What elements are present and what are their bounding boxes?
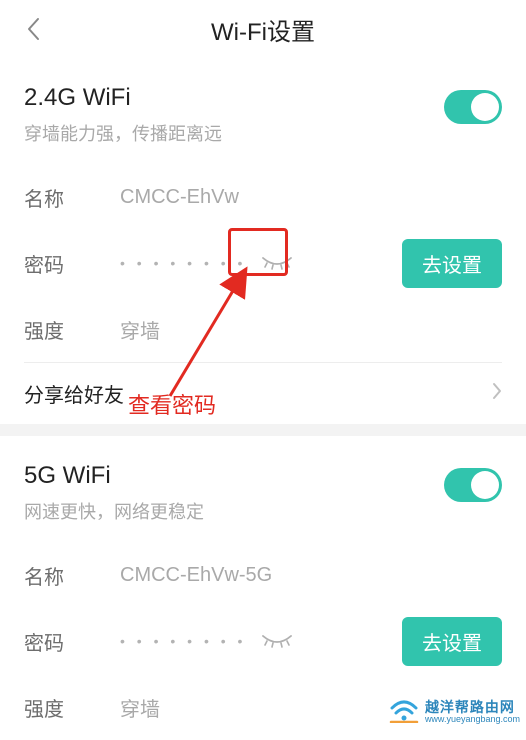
wifi-5g-name-value: CMCC-EhVw-5G [120, 564, 502, 587]
wifi-5g-strength-row: 强度 穿墙 [24, 674, 502, 740]
wifi-5g-section: 5G WiFi 网速更快，网络更稳定 名称 CMCC-EhVw-5G 密码 • … [0, 436, 526, 740]
name-label: 名称 [24, 561, 120, 590]
share-label: 分享给好友 [24, 379, 124, 408]
strength-label: 强度 [24, 693, 120, 722]
wifi-5g-strength-value: 穿墙 [120, 693, 502, 722]
eye-closed-icon [260, 630, 294, 652]
back-button[interactable] [24, 14, 42, 44]
name-label: 名称 [24, 183, 120, 212]
password-label: 密码 [24, 249, 120, 278]
eye-closed-icon [260, 252, 294, 274]
toggle-knob [471, 93, 499, 121]
strength-label: 强度 [24, 315, 120, 344]
wifi-24g-strength-row: 强度 穿墙 [24, 296, 502, 362]
wifi-5g-desc: 网速更快，网络更稳定 [24, 498, 444, 524]
show-password-button-5g[interactable] [260, 630, 294, 652]
wifi-5g-toggle[interactable] [444, 468, 502, 502]
share-row[interactable]: 分享给好友 [24, 362, 502, 424]
wifi-24g-title: 2.4G WiFi [24, 84, 444, 112]
wifi-24g-name-value: CMCC-EhVw [120, 186, 502, 209]
wifi-5g-name-row: 名称 CMCC-EhVw-5G [24, 542, 502, 608]
page-title: Wi-Fi设置 [0, 12, 526, 47]
wifi-5g-password-row: 密码 • • • • • • • • 去设置 [24, 608, 502, 674]
go-settings-button-24g[interactable]: 去设置 [402, 239, 502, 288]
password-dots: • • • • • • • • [120, 255, 246, 271]
wifi-24g-toggle[interactable] [444, 90, 502, 124]
wifi-24g-strength-value: 穿墙 [120, 315, 502, 344]
wifi-5g-title: 5G WiFi [24, 462, 444, 490]
go-settings-button-5g[interactable]: 去设置 [402, 617, 502, 666]
password-label: 密码 [24, 627, 120, 656]
wifi-24g-password-row: 密码 • • • • • • • • 去设置 [24, 230, 502, 296]
chevron-right-icon [492, 382, 502, 405]
toggle-knob [471, 471, 499, 499]
show-password-button-24g[interactable] [260, 252, 294, 274]
wifi-24g-section: 2.4G WiFi 穿墙能力强，传播距离远 名称 CMCC-EhVw 密码 • … [0, 58, 526, 436]
password-dots: • • • • • • • • [120, 633, 246, 649]
wifi-24g-name-row: 名称 CMCC-EhVw [24, 164, 502, 230]
chevron-left-icon [26, 17, 40, 41]
wifi-24g-desc: 穿墙能力强，传播距离远 [24, 120, 444, 146]
